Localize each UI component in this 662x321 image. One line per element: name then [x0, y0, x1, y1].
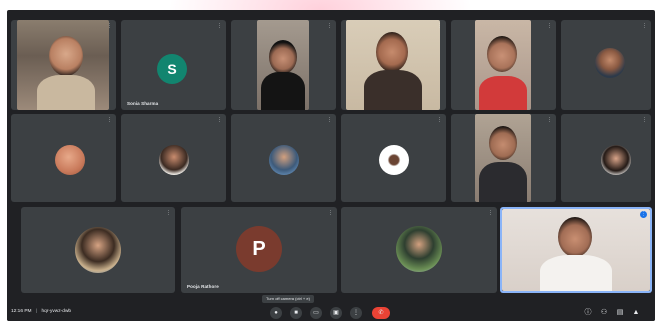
participant-body [37, 75, 95, 110]
camera-tooltip: Turn off camera (ctrl + e) [262, 295, 314, 303]
participant-tile[interactable]: ⋮ [121, 114, 226, 202]
participant-name: Pooja Rathore [187, 284, 219, 289]
participant-avatar [601, 145, 631, 175]
end-call-icon[interactable]: ✆ [372, 307, 390, 319]
participant-tile[interactable]: ⋮ [561, 114, 651, 202]
more-vert-icon[interactable]: ⋮ [350, 307, 362, 319]
self-face [558, 217, 592, 257]
participant-body [261, 72, 305, 110]
participant-avatar [379, 145, 409, 175]
participant-face [269, 40, 297, 74]
participant-video [257, 20, 309, 110]
chat-icon[interactable]: ▤ [615, 308, 625, 318]
present-screen-icon[interactable]: ▣ [330, 307, 342, 319]
participant-video [475, 20, 531, 110]
meeting-time: 12:16 PM [11, 309, 32, 314]
info-icon[interactable]: ⓘ [583, 308, 593, 318]
participant-tile[interactable]: P ⋮ Pooja Rathore [181, 207, 337, 293]
tile-menu-icon[interactable]: ⋮ [547, 118, 552, 123]
participant-name: Sonia Sharma [127, 101, 159, 106]
tile-menu-icon[interactable]: ⋮ [327, 24, 332, 29]
participant-body [364, 70, 422, 110]
self-video [502, 209, 650, 291]
participant-tile[interactable]: S ⋮ Sonia Sharma [121, 20, 226, 110]
captions-icon[interactable]: ▭ [310, 307, 322, 319]
participant-face [487, 36, 517, 72]
participant-tile[interactable]: ⋮ [231, 20, 336, 110]
participant-tile[interactable]: ⋮ [341, 207, 497, 293]
participant-avatar: P [236, 226, 282, 272]
participant-body [479, 76, 527, 110]
self-view-tile[interactable]: ⋮ [500, 207, 652, 293]
participant-tile[interactable]: ⋮ [451, 114, 556, 202]
participant-video [17, 20, 109, 110]
tooltip-text: Turn off camera (ctrl + e) [266, 296, 310, 301]
participant-video [346, 20, 440, 110]
participant-avatar [396, 226, 442, 272]
activities-icon[interactable]: ▲ [631, 308, 641, 318]
participant-tile[interactable]: ⋮ [341, 114, 446, 202]
avatar-letter: P [252, 238, 266, 260]
participant-avatar [55, 145, 85, 175]
participant-avatar [269, 145, 299, 175]
participant-tile[interactable]: ⋮ [21, 207, 175, 293]
participant-tile[interactable]: ⋮ [561, 20, 651, 110]
tile-menu-icon[interactable]: ⋮ [166, 211, 171, 216]
meeting-separator: | [35, 309, 38, 314]
self-body [540, 255, 612, 291]
meet-window: ⋮ S ⋮ Sonia Sharma ⋮ ⋮ ⋮ ⋮ ⋮ ⋮ ⋮ ⋮ ⋮ ⋮ ⋮… [7, 10, 655, 321]
tile-menu-icon[interactable]: ⋮ [642, 24, 647, 29]
participant-avatar [595, 48, 625, 78]
participant-tile[interactable]: ⋮ [11, 114, 116, 202]
tile-menu-icon[interactable]: ⋮ [547, 24, 552, 29]
participant-tile[interactable]: ⋮ [231, 114, 336, 202]
tile-menu-icon[interactable]: ⋮ [217, 24, 222, 29]
participant-avatar [159, 145, 189, 175]
tile-menu-icon[interactable]: ⋮ [642, 118, 647, 123]
tile-menu-icon[interactable]: ⋮ [328, 211, 333, 216]
participant-face [489, 126, 517, 160]
tile-menu-icon[interactable]: ⋮ [437, 118, 442, 123]
microphone-icon[interactable]: ● [270, 307, 282, 319]
meeting-info: 12:16 PM | hqr-yvwz-dwb [11, 309, 71, 314]
meeting-code: hqr-yvwz-dwb [41, 309, 72, 314]
people-icon[interactable]: ⚇ [599, 308, 609, 318]
participant-video [475, 114, 531, 202]
participant-tile[interactable]: ⋮ [341, 20, 446, 110]
participant-face [49, 36, 83, 76]
tile-menu-icon[interactable]: ⋮ [217, 118, 222, 123]
participant-tile[interactable]: ⋮ [451, 20, 556, 110]
participant-avatar [75, 227, 121, 273]
control-bar: 12:16 PM | hqr-yvwz-dwb ● ■ ▭ ▣ ⋮ ✆ ⓘ ⚇ … [7, 304, 655, 321]
camera-icon[interactable]: ■ [290, 307, 302, 319]
tile-menu-icon[interactable]: ⋮ [437, 24, 442, 29]
tile-menu-icon[interactable]: ⋮ [107, 118, 112, 123]
participant-avatar: S [157, 54, 187, 84]
tile-menu-icon[interactable]: ⋮ [327, 118, 332, 123]
avatar-letter: S [167, 61, 177, 77]
participant-body [479, 162, 527, 202]
participant-face [376, 32, 408, 72]
tile-menu-icon[interactable]: ⋮ [107, 24, 112, 29]
more-options-icon[interactable]: ⋮ [640, 211, 647, 218]
participant-tile[interactable]: ⋮ [11, 20, 116, 110]
tile-menu-icon[interactable]: ⋮ [488, 211, 493, 216]
